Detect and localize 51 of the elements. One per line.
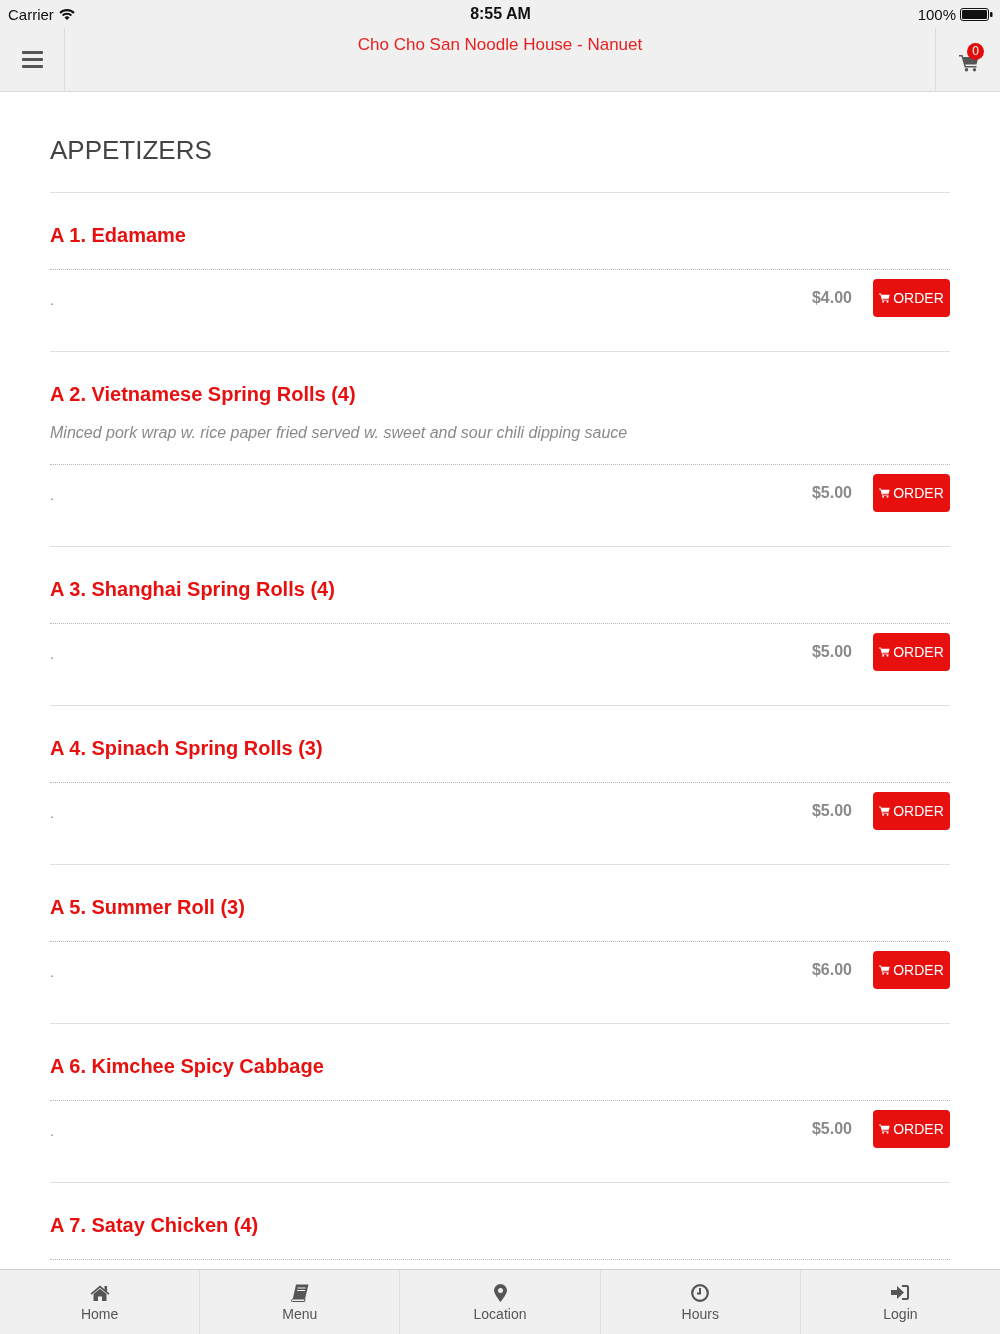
home-icon	[89, 1284, 110, 1301]
battery-percent: 100%	[917, 5, 956, 23]
book-icon	[290, 1283, 309, 1302]
order-button[interactable]: ORDER	[873, 474, 950, 512]
item-note: .	[50, 1124, 55, 1138]
item-note: .	[50, 965, 55, 979]
item-price: $6.00	[811, 961, 852, 979]
cart-icon	[879, 488, 891, 498]
tab-bar-item[interactable]: Login	[800, 1270, 1000, 1334]
cart-icon	[879, 965, 891, 975]
item-price: $5.00	[811, 484, 852, 502]
cart-icon	[879, 647, 891, 657]
order-button[interactable]: ORDER	[873, 1110, 950, 1148]
item-title: A 4. Spinach Spring Rolls (3)	[50, 736, 324, 761]
tab-bar-item[interactable]: Location	[400, 1270, 601, 1334]
cart-count-badge: 0	[967, 42, 984, 60]
section-heading: APPETIZERS	[50, 134, 950, 193]
order-button[interactable]: ORDER	[873, 279, 950, 317]
sign-in-icon	[890, 1284, 910, 1301]
tab-bar-item[interactable]: Home	[0, 1270, 201, 1334]
cart-icon	[879, 806, 891, 816]
item-note: .	[50, 293, 55, 307]
item-price: $4.00	[811, 289, 852, 307]
cart-icon	[879, 1124, 891, 1134]
item-title: A 3. Shanghai Spring Rolls (4)	[50, 577, 336, 602]
order-button[interactable]: ORDER	[873, 633, 950, 671]
clock-icon	[691, 1283, 710, 1302]
item-title: A 2. Vietnamese Spring Rolls (4)	[50, 382, 357, 407]
item-note: .	[50, 488, 55, 502]
tab-bar-item[interactable]: Hours	[600, 1270, 801, 1334]
item-price: $5.00	[811, 643, 852, 661]
item-price: $5.00	[811, 802, 852, 820]
item-price: $5.00	[811, 1120, 852, 1138]
item-note: .	[50, 647, 55, 661]
map-pin-icon	[493, 1283, 507, 1302]
carrier-label: Carrier	[8, 5, 54, 23]
item-title: A 7. Satay Chicken (4)	[50, 1213, 260, 1238]
item-description: Minced pork wrap w. rice paper fried served w. sweet and sour chili dipping sauce	[50, 423, 629, 443]
cart-icon	[879, 293, 891, 303]
battery-icon	[960, 7, 993, 21]
item-title: A 6. Kimchee Spicy Cabbage	[50, 1054, 325, 1079]
tab-bar-item[interactable]: Menu	[200, 1270, 401, 1334]
item-title: A 5. Summer Roll (3)	[50, 895, 246, 920]
wifi-icon	[58, 8, 75, 20]
item-note: .	[50, 806, 55, 820]
menu-icon[interactable]	[21, 51, 43, 68]
order-button[interactable]: ORDER	[873, 951, 950, 989]
order-button[interactable]: ORDER	[873, 792, 950, 830]
restaurant-title: Cho Cho San Noodle House - Nanuet	[357, 35, 643, 56]
item-title: A 1. Edamame	[50, 223, 187, 248]
status-time: 8:55 AM	[470, 5, 531, 23]
